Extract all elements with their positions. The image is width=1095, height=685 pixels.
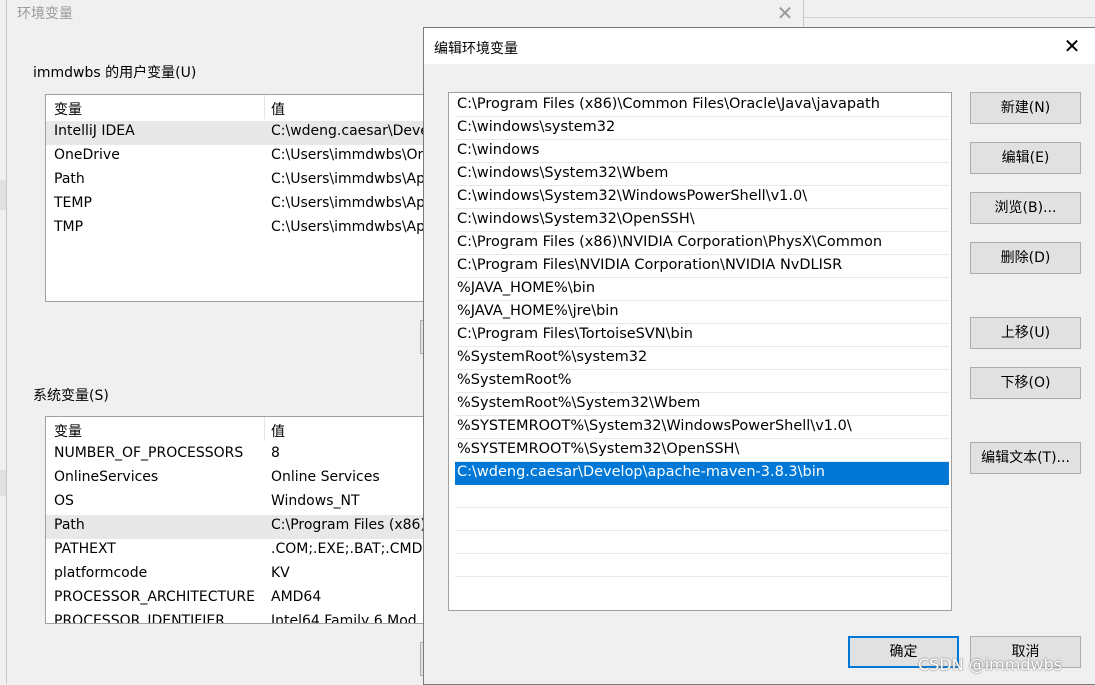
empty-list-row (455, 485, 949, 508)
list-item[interactable]: C:\windows (455, 140, 949, 163)
list-item[interactable]: %SystemRoot%\System32\Wbem (455, 393, 949, 416)
user-vars-group-label: immdwbs 的用户变量(U) (33, 65, 197, 81)
empty-list-row (455, 554, 949, 577)
list-item[interactable]: %SystemRoot%\system32 (455, 347, 949, 370)
delete-button[interactable]: 删除(D) (970, 242, 1081, 274)
list-item[interactable]: C:\Program Files (x86)\Common Files\Orac… (455, 94, 949, 117)
system-vars-list[interactable]: 变量 值 NUMBER_OF_PROCESSORS 8 OnlineService… (45, 416, 447, 624)
path-item-text: %SystemRoot%\System32\Wbem (457, 395, 701, 411)
path-item-text: %SystemRoot% (457, 372, 572, 388)
table-row[interactable]: PROCESSOR_IDENTIFIER Intel64 Family 6 Mod (46, 611, 446, 623)
table-row[interactable]: IntelliJ IDEA C:\wdeng.caesar\Devel (46, 121, 446, 145)
browse-button[interactable]: 浏览(B)... (970, 192, 1081, 224)
divider (0, 180, 6, 210)
table-row[interactable]: PATHEXT .COM;.EXE;.BAT;.CMD; (46, 539, 446, 563)
path-item-text: C:\windows (457, 142, 540, 158)
table-row[interactable]: platformcode KV (46, 563, 446, 587)
path-item-text: C:\windows\system32 (457, 119, 616, 135)
list-header: 变量 值 (46, 417, 446, 443)
move-up-button[interactable]: 上移(U) (970, 317, 1081, 349)
edit-text-button[interactable]: 编辑文本(T)... (970, 442, 1081, 474)
list-item[interactable]: %SYSTEMROOT%\System32\OpenSSH\ (455, 439, 949, 462)
list-item[interactable]: %JAVA_HOME%\jre\bin (455, 301, 949, 324)
system-vars-group-label: 系统变量(S) (33, 388, 109, 404)
table-row[interactable]: PROCESSOR_ARCHITECTURE AMD64 (46, 587, 446, 611)
list-item[interactable]: %JAVA_HOME%\bin (455, 278, 949, 301)
window-title: 环境变量 (17, 6, 73, 22)
list-item[interactable]: C:\Program Files\NVIDIA Corporation\NVID… (455, 255, 949, 278)
table-row[interactable]: OS Windows_NT (46, 491, 446, 515)
list-item[interactable]: C:\wdeng.caesar\Develop\apache-maven-3.8… (455, 462, 949, 485)
list-item[interactable]: C:\Program Files (x86)\NVIDIA Corporatio… (455, 232, 949, 255)
list-item[interactable]: C:\windows\System32\Wbem (455, 163, 949, 186)
table-row[interactable]: TEMP C:\Users\immdwbs\Ap (46, 193, 446, 217)
table-row[interactable]: NUMBER_OF_PROCESSORS 8 (46, 443, 446, 467)
watermark: CSDN @immdwbs (918, 655, 1063, 674)
path-item-text: %SystemRoot%\system32 (457, 349, 648, 365)
path-item-text: %SYSTEMROOT%\System32\OpenSSH\ (457, 441, 740, 457)
edit-button[interactable]: 编辑(E) (970, 142, 1081, 174)
divider (802, 17, 1095, 18)
user-vars-list[interactable]: 变量 值 IntelliJ IDEA C:\wdeng.caesar\Devel … (45, 94, 447, 302)
dialog-title: 编辑环境变量 (434, 41, 518, 57)
table-row[interactable]: OneDrive C:\Users\immdwbs\On (46, 145, 446, 169)
path-item-text: C:\wdeng.caesar\Develop\apache-maven-3.8… (457, 464, 825, 480)
column-header-variable[interactable]: 变量 (54, 99, 82, 119)
move-down-button[interactable]: 下移(O) (970, 367, 1081, 399)
list-item[interactable]: C:\windows\system32 (455, 117, 949, 140)
close-icon[interactable]: ✕ (771, 0, 799, 26)
empty-list-row (455, 508, 949, 531)
new-button[interactable]: 新建(N) (970, 92, 1081, 124)
path-item-text: C:\windows\System32\WindowsPowerShell\v1… (457, 188, 808, 204)
path-item-text: C:\Program Files\NVIDIA Corporation\NVID… (457, 257, 843, 273)
path-item-text: %JAVA_HOME%\bin (457, 280, 596, 296)
divider (0, 470, 6, 496)
edit-environment-variable-dialog: 编辑环境变量 ✕ C:\Program Files (x86)\Common F… (423, 27, 1095, 685)
path-item-text: %JAVA_HOME%\jre\bin (457, 303, 619, 319)
table-row[interactable]: OnlineServices Online Services (46, 467, 446, 491)
path-item-text: C:\windows\System32\Wbem (457, 165, 669, 181)
column-header-value[interactable]: 值 (271, 99, 285, 119)
close-icon[interactable]: ✕ (1049, 28, 1095, 64)
empty-list-row (455, 531, 949, 554)
path-item-text: C:\Program Files\TortoiseSVN\bin (457, 326, 693, 342)
table-row[interactable]: Path C:\Program Files (x86) (46, 515, 446, 539)
path-item-text: %SYSTEMROOT%\System32\WindowsPowerShell\… (457, 418, 852, 434)
list-header: 变量 值 (46, 95, 446, 121)
column-header-value[interactable]: 值 (271, 421, 285, 441)
table-row[interactable]: Path C:\Users\immdwbs\Ap (46, 169, 446, 193)
list-item[interactable]: %SystemRoot% (455, 370, 949, 393)
dialog-titlebar[interactable]: 编辑环境变量 ✕ (424, 28, 1095, 64)
list-item[interactable]: C:\Program Files\TortoiseSVN\bin (455, 324, 949, 347)
list-item[interactable]: %SYSTEMROOT%\System32\WindowsPowerShell\… (455, 416, 949, 439)
table-row[interactable]: TMP C:\Users\immdwbs\Ap (46, 217, 446, 241)
list-item[interactable]: C:\windows\System32\WindowsPowerShell\v1… (455, 186, 949, 209)
path-list[interactable]: C:\Program Files (x86)\Common Files\Orac… (448, 92, 952, 611)
path-item-text: C:\Program Files (x86)\Common Files\Orac… (457, 96, 880, 112)
column-header-variable[interactable]: 变量 (54, 421, 82, 441)
path-item-text: C:\Program Files (x86)\NVIDIA Corporatio… (457, 234, 883, 250)
list-item[interactable]: C:\windows\System32\OpenSSH\ (455, 209, 949, 232)
path-item-text: C:\windows\System32\OpenSSH\ (457, 211, 695, 227)
